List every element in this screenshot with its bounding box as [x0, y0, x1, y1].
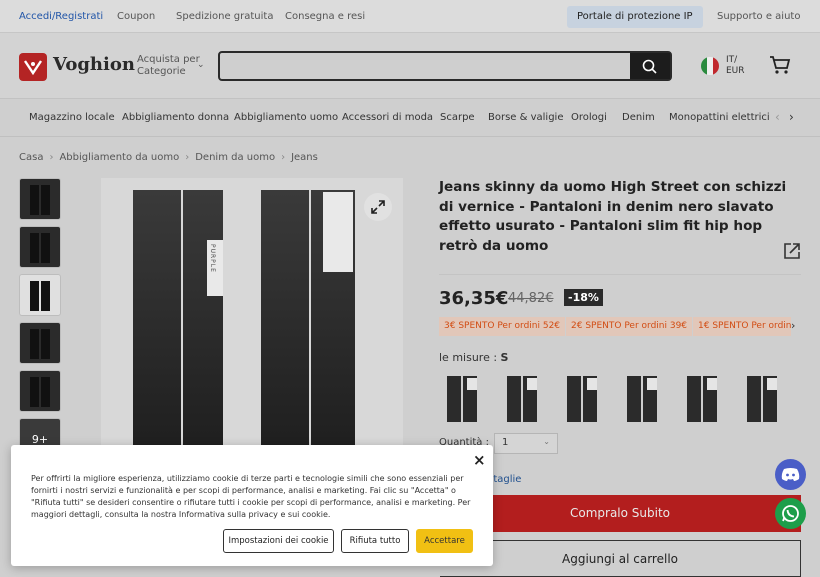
breadcrumb-jeans[interactable]: Jeans: [291, 152, 318, 163]
reject-all-button[interactable]: Rifiuta tutto: [341, 529, 409, 553]
product-main-image[interactable]: [101, 178, 403, 448]
category-select-line1: Acquista per: [137, 54, 200, 65]
site-header: Voghion Acquista per Categorie ⌄ IT/ EUR: [0, 33, 820, 99]
divider: [439, 274, 801, 275]
free-shipping-link[interactable]: Spedizione gratuita: [176, 11, 273, 22]
nav-prev-arrow[interactable]: ‹: [775, 110, 780, 124]
breadcrumb-home[interactable]: Casa: [19, 152, 43, 163]
whatsapp-button[interactable]: [775, 498, 806, 529]
nav-item-bags-luggage[interactable]: Borse & valigie: [488, 112, 564, 123]
tag-label: PURPLE: [209, 244, 216, 273]
currency-label: EUR: [726, 66, 745, 76]
cookie-banner: × Per offrirti la migliore esperienza, u…: [11, 445, 493, 566]
expand-icon[interactable]: [364, 193, 392, 221]
close-icon[interactable]: ×: [473, 451, 486, 469]
quantity-value: 1: [502, 437, 509, 448]
discord-icon: [781, 468, 800, 481]
category-nav: Magazzino locale Abbigliamento donna Abb…: [0, 100, 820, 137]
delivery-returns-link[interactable]: Consegna e resi: [285, 11, 365, 22]
italy-flag-icon[interactable]: [701, 57, 719, 75]
size-option[interactable]: [441, 372, 485, 424]
chevron-right-icon[interactable]: ›: [791, 319, 795, 332]
nav-item-shoes[interactable]: Scarpe: [440, 112, 475, 123]
nav-item-local-warehouse[interactable]: Magazzino locale: [29, 112, 115, 123]
add-to-cart-button[interactable]: Aggiungi al carrello: [439, 540, 801, 577]
top-bar: Accedi/Registrati Coupon Spedizione grat…: [0, 0, 820, 33]
ip-protection-portal-link[interactable]: Portale di protezione IP: [567, 6, 703, 28]
language-label: IT/: [726, 55, 738, 65]
size-option[interactable]: [621, 372, 665, 424]
coupon-link[interactable]: Coupon: [117, 11, 155, 22]
buy-now-button[interactable]: Compralo Subito: [439, 495, 801, 532]
discord-button[interactable]: [775, 459, 806, 490]
breadcrumb-men-clothing[interactable]: Abbigliamento da uomo: [59, 152, 179, 163]
thumbnail[interactable]: [19, 274, 61, 316]
product-title: Jeans skinny da uomo High Street con sch…: [439, 179, 787, 254]
login-register-link[interactable]: Accedi/Registrati: [19, 11, 103, 22]
cookie-text: Per offrirti la migliore esperienza, uti…: [31, 474, 471, 519]
thumbnail[interactable]: [19, 178, 61, 220]
support-help-link[interactable]: Supporto e aiuto: [717, 11, 800, 22]
discount-badge: -18%: [564, 289, 603, 306]
original-price: 44,82€: [508, 291, 554, 306]
size-option[interactable]: [741, 372, 785, 424]
search-input[interactable]: [218, 51, 672, 81]
category-select[interactable]: Acquista per Categorie: [137, 54, 200, 78]
chevron-down-icon: ⌄: [197, 60, 205, 70]
share-icon[interactable]: [782, 241, 802, 261]
search-icon: [642, 59, 657, 74]
language-currency-selector[interactable]: IT/ EUR: [726, 55, 745, 77]
brand-name[interactable]: Voghion: [53, 54, 135, 75]
chevron-down-icon: ⌄: [543, 437, 550, 446]
nav-item-denim[interactable]: Denim: [622, 112, 655, 123]
back-label: [323, 192, 353, 272]
jeans-left-leg: [183, 190, 223, 448]
nav-next-arrow[interactable]: ›: [789, 110, 794, 124]
nav-item-watches[interactable]: Orologi: [571, 112, 607, 123]
size-option[interactable]: [501, 372, 545, 424]
current-price: 36,35€: [439, 288, 509, 309]
nav-item-electric-scooters[interactable]: Monopattini elettrici: [669, 112, 770, 123]
size-label: le misure : S: [439, 351, 509, 364]
nav-item-fashion-accessories[interactable]: Accessori di moda: [342, 112, 433, 123]
nav-item-women-clothing[interactable]: Abbigliamento donna: [122, 112, 229, 123]
accept-button[interactable]: Accettare: [416, 529, 473, 553]
nav-item-men-clothing[interactable]: Abbigliamento uomo: [234, 112, 338, 123]
thumbnail[interactable]: [19, 226, 61, 268]
search-button[interactable]: [630, 53, 670, 79]
breadcrumb-men-denim[interactable]: Denim da uomo: [195, 152, 275, 163]
thumbnail[interactable]: [19, 370, 61, 412]
jeans-left-leg: [133, 190, 181, 448]
selected-size: S: [500, 351, 509, 364]
jeans-right-leg: [261, 190, 309, 448]
coupon-chip[interactable]: 3€ SPENTO Per ordini 52€: [439, 317, 566, 336]
breadcrumb: Casa › Abbigliamento da uomo › Denim da uomo…: [19, 152, 318, 163]
bottom-strip: [0, 566, 440, 577]
size-option[interactable]: [561, 372, 605, 424]
quantity-select[interactable]: 1 ⌄: [494, 433, 558, 454]
voghion-logo-icon[interactable]: [19, 53, 47, 81]
cart-icon[interactable]: [769, 55, 791, 75]
thumbnail[interactable]: [19, 322, 61, 364]
coupon-chip[interactable]: 2€ SPENTO Per ordini 39€: [566, 317, 693, 336]
cookie-settings-button[interactable]: Impostazioni dei cookie: [223, 529, 334, 553]
coupon-chip[interactable]: 1€ SPENTO Per ordini: [693, 317, 791, 336]
category-select-line2: Categorie: [137, 66, 186, 77]
size-option[interactable]: [681, 372, 725, 424]
whatsapp-icon: [782, 505, 799, 522]
